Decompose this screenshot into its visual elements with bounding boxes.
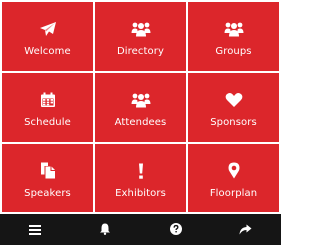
tile-welcome[interactable]: Welcome	[2, 2, 93, 71]
tile-label: Groups	[215, 46, 252, 57]
map-marker-icon	[224, 161, 244, 181]
tile-label: Schedule	[24, 117, 71, 128]
help-icon	[169, 220, 182, 239]
tile-label: Attendees	[114, 117, 167, 128]
feature-grid: Welcome Directory Groups Schedule Attend…	[2, 2, 279, 212]
bottom-toolbar	[0, 214, 281, 245]
people-group-icon	[131, 90, 151, 110]
tile-exhibitors[interactable]: Exhibitors	[95, 144, 186, 212]
menu-icon	[29, 220, 42, 239]
tile-schedule[interactable]: Schedule	[2, 73, 93, 142]
share-button[interactable]	[226, 214, 266, 245]
tile-groups[interactable]: Groups	[188, 2, 279, 71]
notifications-button[interactable]	[85, 214, 125, 245]
menu-button[interactable]	[15, 214, 55, 245]
share-icon	[239, 220, 252, 239]
tile-label: Sponsors	[210, 117, 257, 128]
tile-label: Directory	[117, 46, 164, 57]
bell-icon	[100, 220, 111, 239]
tile-label: Floorplan	[209, 187, 258, 199]
tile-directory[interactable]: Directory	[95, 2, 186, 71]
heart-icon	[224, 90, 244, 110]
tile-label: Welcome	[24, 46, 71, 57]
calendar-icon	[38, 90, 58, 110]
people-group-icon	[224, 19, 244, 39]
exclamation-icon	[131, 161, 151, 181]
people-group-icon	[131, 19, 151, 39]
paper-plane-icon	[38, 19, 58, 39]
tile-label: Speakers	[24, 187, 71, 199]
tile-floorplan[interactable]: Floorplan	[188, 144, 279, 212]
help-button[interactable]	[156, 214, 196, 245]
tile-sponsors[interactable]: Sponsors	[188, 73, 279, 142]
tile-speakers[interactable]: Speakers	[2, 144, 93, 212]
app-home-screen: Welcome Directory Groups Schedule Attend…	[0, 0, 281, 245]
tile-attendees[interactable]: Attendees	[95, 73, 186, 142]
tile-label: Exhibitors	[115, 187, 166, 199]
documents-icon	[38, 161, 58, 181]
